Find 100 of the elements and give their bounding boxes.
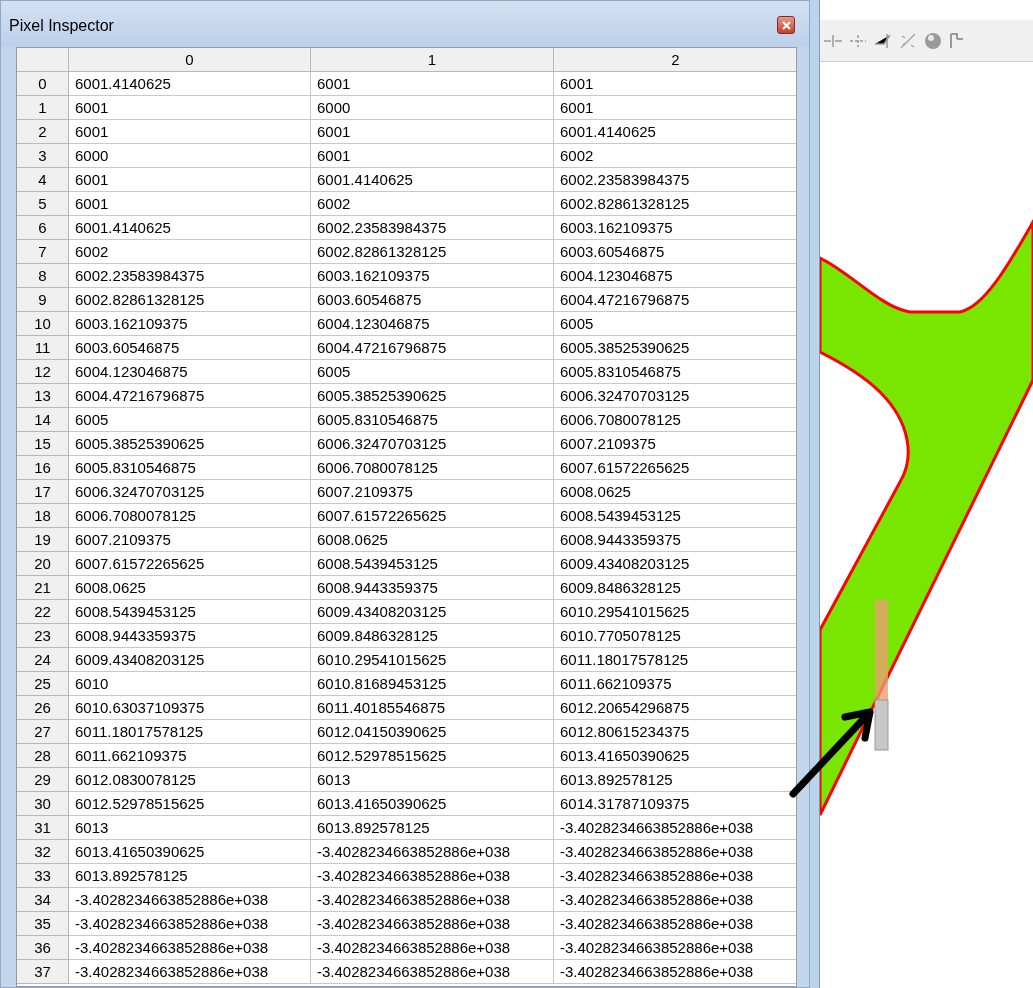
table-cell: 6008.5439453125 [554, 504, 796, 528]
row-header[interactable]: 16 [17, 456, 69, 480]
table-cell: 6001 [69, 120, 311, 144]
row-header[interactable]: 3 [17, 144, 69, 168]
table-cell: -3.4028234663852886e+038 [554, 960, 796, 984]
table-cell: -3.4028234663852886e+038 [69, 888, 311, 912]
table-cell: 6002.23583984375 [69, 264, 311, 288]
row-header[interactable]: 21 [17, 576, 69, 600]
row-header[interactable]: 11 [17, 336, 69, 360]
row-header[interactable]: 31 [17, 816, 69, 840]
table-cell: 6006.32470703125 [311, 432, 554, 456]
table-cell: 6009.43408203125 [554, 552, 796, 576]
table-cell: 6012.04150390625 [311, 720, 554, 744]
table-cell: 6001 [69, 192, 311, 216]
row-header[interactable]: 1 [17, 96, 69, 120]
table-cell: 6002.23583984375 [311, 216, 554, 240]
table-cell: 6011.18017578125 [69, 720, 311, 744]
row-header[interactable]: 19 [17, 528, 69, 552]
row-header[interactable]: 18 [17, 504, 69, 528]
table-cell: 6013.892578125 [554, 768, 796, 792]
column-header[interactable]: 2 [554, 48, 796, 72]
table-cell: 6008.9443359375 [554, 528, 796, 552]
row-header[interactable]: 26 [17, 696, 69, 720]
table-cell: 6008.9443359375 [311, 576, 554, 600]
row-header[interactable]: 34 [17, 888, 69, 912]
row-header[interactable]: 29 [17, 768, 69, 792]
table-cell: -3.4028234663852886e+038 [554, 864, 796, 888]
table-cell: 6001 [554, 72, 796, 96]
column-header[interactable]: 1 [311, 48, 554, 72]
row-header[interactable]: 28 [17, 744, 69, 768]
table-cell: 6004.123046875 [554, 264, 796, 288]
table-cell: 6009.43408203125 [311, 600, 554, 624]
row-header[interactable]: 35 [17, 912, 69, 936]
row-header[interactable]: 30 [17, 792, 69, 816]
table-cell: 6013 [311, 768, 554, 792]
table-cell: 6013.892578125 [69, 864, 311, 888]
table-cell: 6003.60546875 [554, 240, 796, 264]
table-cell: -3.4028234663852886e+038 [554, 936, 796, 960]
row-header[interactable]: 6 [17, 216, 69, 240]
table-cell: 6004.47216796875 [311, 336, 554, 360]
splitter-bar[interactable] [810, 0, 820, 988]
close-button[interactable] [777, 16, 795, 34]
row-header[interactable]: 9 [17, 288, 69, 312]
table-cell: -3.4028234663852886e+038 [311, 864, 554, 888]
table-cell: 6003.60546875 [69, 336, 311, 360]
table-cell: -3.4028234663852886e+038 [311, 936, 554, 960]
table-cell: 6002 [311, 192, 554, 216]
row-header[interactable]: 37 [17, 960, 69, 984]
table-cell: 6005.8310546875 [554, 360, 796, 384]
table-cell: 6004.47216796875 [554, 288, 796, 312]
table-cell: 6002.82861328125 [554, 192, 796, 216]
table-cell: 6008.5439453125 [311, 552, 554, 576]
table-cell: 6002.23583984375 [554, 168, 796, 192]
row-header[interactable]: 2 [17, 120, 69, 144]
column-header[interactable]: 0 [69, 48, 311, 72]
table-cell: 6001.4140625 [69, 72, 311, 96]
row-header[interactable]: 0 [17, 72, 69, 96]
row-header[interactable]: 22 [17, 600, 69, 624]
table-cell: 6001 [69, 96, 311, 120]
table-cell: 6010.29541015625 [311, 648, 554, 672]
row-header[interactable]: 24 [17, 648, 69, 672]
table-cell: 6004.123046875 [69, 360, 311, 384]
table-cell: 6006.32470703125 [69, 480, 311, 504]
table-cell: 6014.31787109375 [554, 792, 796, 816]
close-icon [781, 20, 791, 30]
table-cell: 6008.9443359375 [69, 624, 311, 648]
table-cell: 6002.82861328125 [311, 240, 554, 264]
table-cell: 6006.32470703125 [554, 384, 796, 408]
table-cell: -3.4028234663852886e+038 [311, 912, 554, 936]
row-header[interactable]: 4 [17, 168, 69, 192]
table-cell: 6005.38525390625 [69, 432, 311, 456]
table-cell: 6006.7080078125 [311, 456, 554, 480]
table-cell: 6001 [311, 72, 554, 96]
row-header[interactable]: 20 [17, 552, 69, 576]
table-cell: 6008.5439453125 [69, 600, 311, 624]
table-cell: 6006.7080078125 [554, 408, 796, 432]
table-cell: 6008.0625 [554, 480, 796, 504]
row-header[interactable]: 32 [17, 840, 69, 864]
row-header[interactable]: 7 [17, 240, 69, 264]
row-header[interactable]: 5 [17, 192, 69, 216]
row-header[interactable]: 25 [17, 672, 69, 696]
row-header[interactable]: 27 [17, 720, 69, 744]
table-cell: 6011.662109375 [554, 672, 796, 696]
row-header[interactable]: 10 [17, 312, 69, 336]
table-cell: 6012.0830078125 [69, 768, 311, 792]
row-header[interactable]: 33 [17, 864, 69, 888]
row-header[interactable]: 17 [17, 480, 69, 504]
table-cell: 6013.41650390625 [554, 744, 796, 768]
row-header[interactable]: 14 [17, 408, 69, 432]
table-cell: -3.4028234663852886e+038 [311, 960, 554, 984]
row-header[interactable]: 23 [17, 624, 69, 648]
row-header[interactable]: 15 [17, 432, 69, 456]
row-header[interactable]: 12 [17, 360, 69, 384]
row-header[interactable]: 36 [17, 936, 69, 960]
panel-title: Pixel Inspector [9, 16, 114, 36]
row-header[interactable]: 8 [17, 264, 69, 288]
table-cell: 6011.40185546875 [311, 696, 554, 720]
row-header[interactable]: 13 [17, 384, 69, 408]
table-cell: 6003.162109375 [311, 264, 554, 288]
table-cell: 6005.8310546875 [311, 408, 554, 432]
